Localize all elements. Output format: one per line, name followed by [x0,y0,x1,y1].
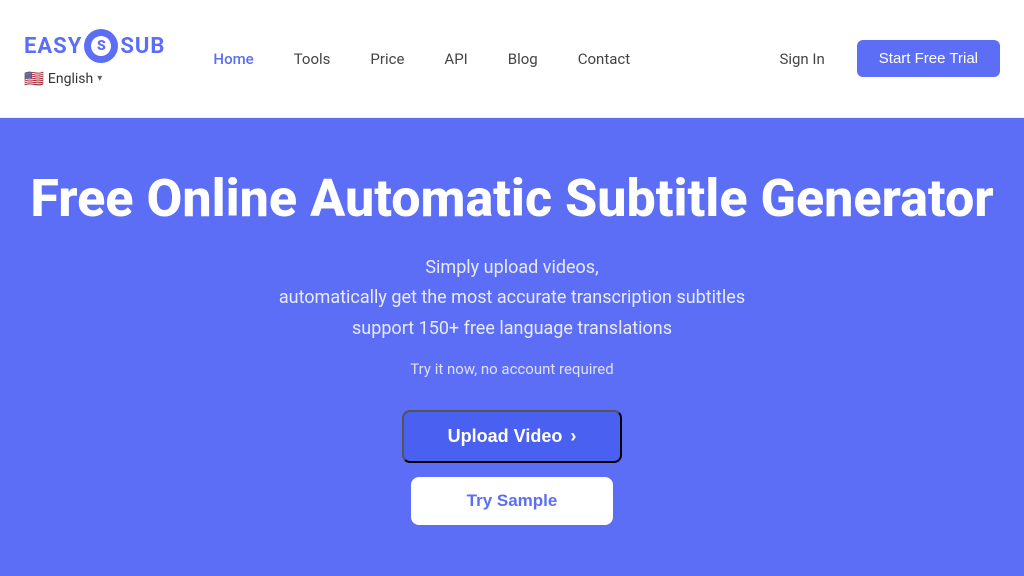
chevron-down-icon: ▾ [97,73,102,84]
sign-in-link[interactable]: Sign In [763,42,840,76]
hero-note: Try it now, no account required [410,360,613,378]
nav-home[interactable]: Home [197,42,269,76]
nav-api[interactable]: API [428,42,483,76]
nav-contact[interactable]: Contact [562,42,646,76]
logo-sub-text: SUB [120,34,165,59]
nav-right: Sign In Start Free Trial [763,40,1000,77]
nav-price[interactable]: Price [354,42,420,76]
hero-subtitle-line3: support 150+ free language translations [279,314,745,345]
nav-tools[interactable]: Tools [278,42,347,76]
logo[interactable]: EASY S SUB [24,29,165,63]
flag-icon: 🇺🇸 [24,69,44,88]
logo-s-letter: S [97,38,106,54]
logo-icon: S [84,29,118,63]
language-label: English [48,71,93,87]
upload-arrow-icon: › [570,426,576,447]
navbar: EASY S SUB 🇺🇸 English ▾ Home Tools Price… [0,0,1024,118]
hero-subtitle-line2: automatically get the most accurate tran… [279,283,745,314]
language-selector[interactable]: 🇺🇸 English ▾ [24,69,165,88]
logo-icon-inner: S [91,36,111,56]
start-trial-button[interactable]: Start Free Trial [857,40,1000,77]
hero-subtitle: Simply upload videos, automatically get … [279,253,745,345]
try-sample-button[interactable]: Try Sample [411,477,614,525]
hero-subtitle-line1: Simply upload videos, [279,253,745,284]
nav-blog[interactable]: Blog [492,42,554,76]
nav-links: Home Tools Price API Blog Contact [197,42,763,76]
hero-title: Free Online Automatic Subtitle Generator [30,169,993,229]
logo-easy-text: EASY [24,34,82,59]
upload-video-button[interactable]: Upload Video › [402,410,623,463]
logo-area: EASY S SUB 🇺🇸 English ▾ [24,29,165,88]
upload-video-label: Upload Video [448,426,563,447]
hero-section: Free Online Automatic Subtitle Generator… [0,118,1024,576]
